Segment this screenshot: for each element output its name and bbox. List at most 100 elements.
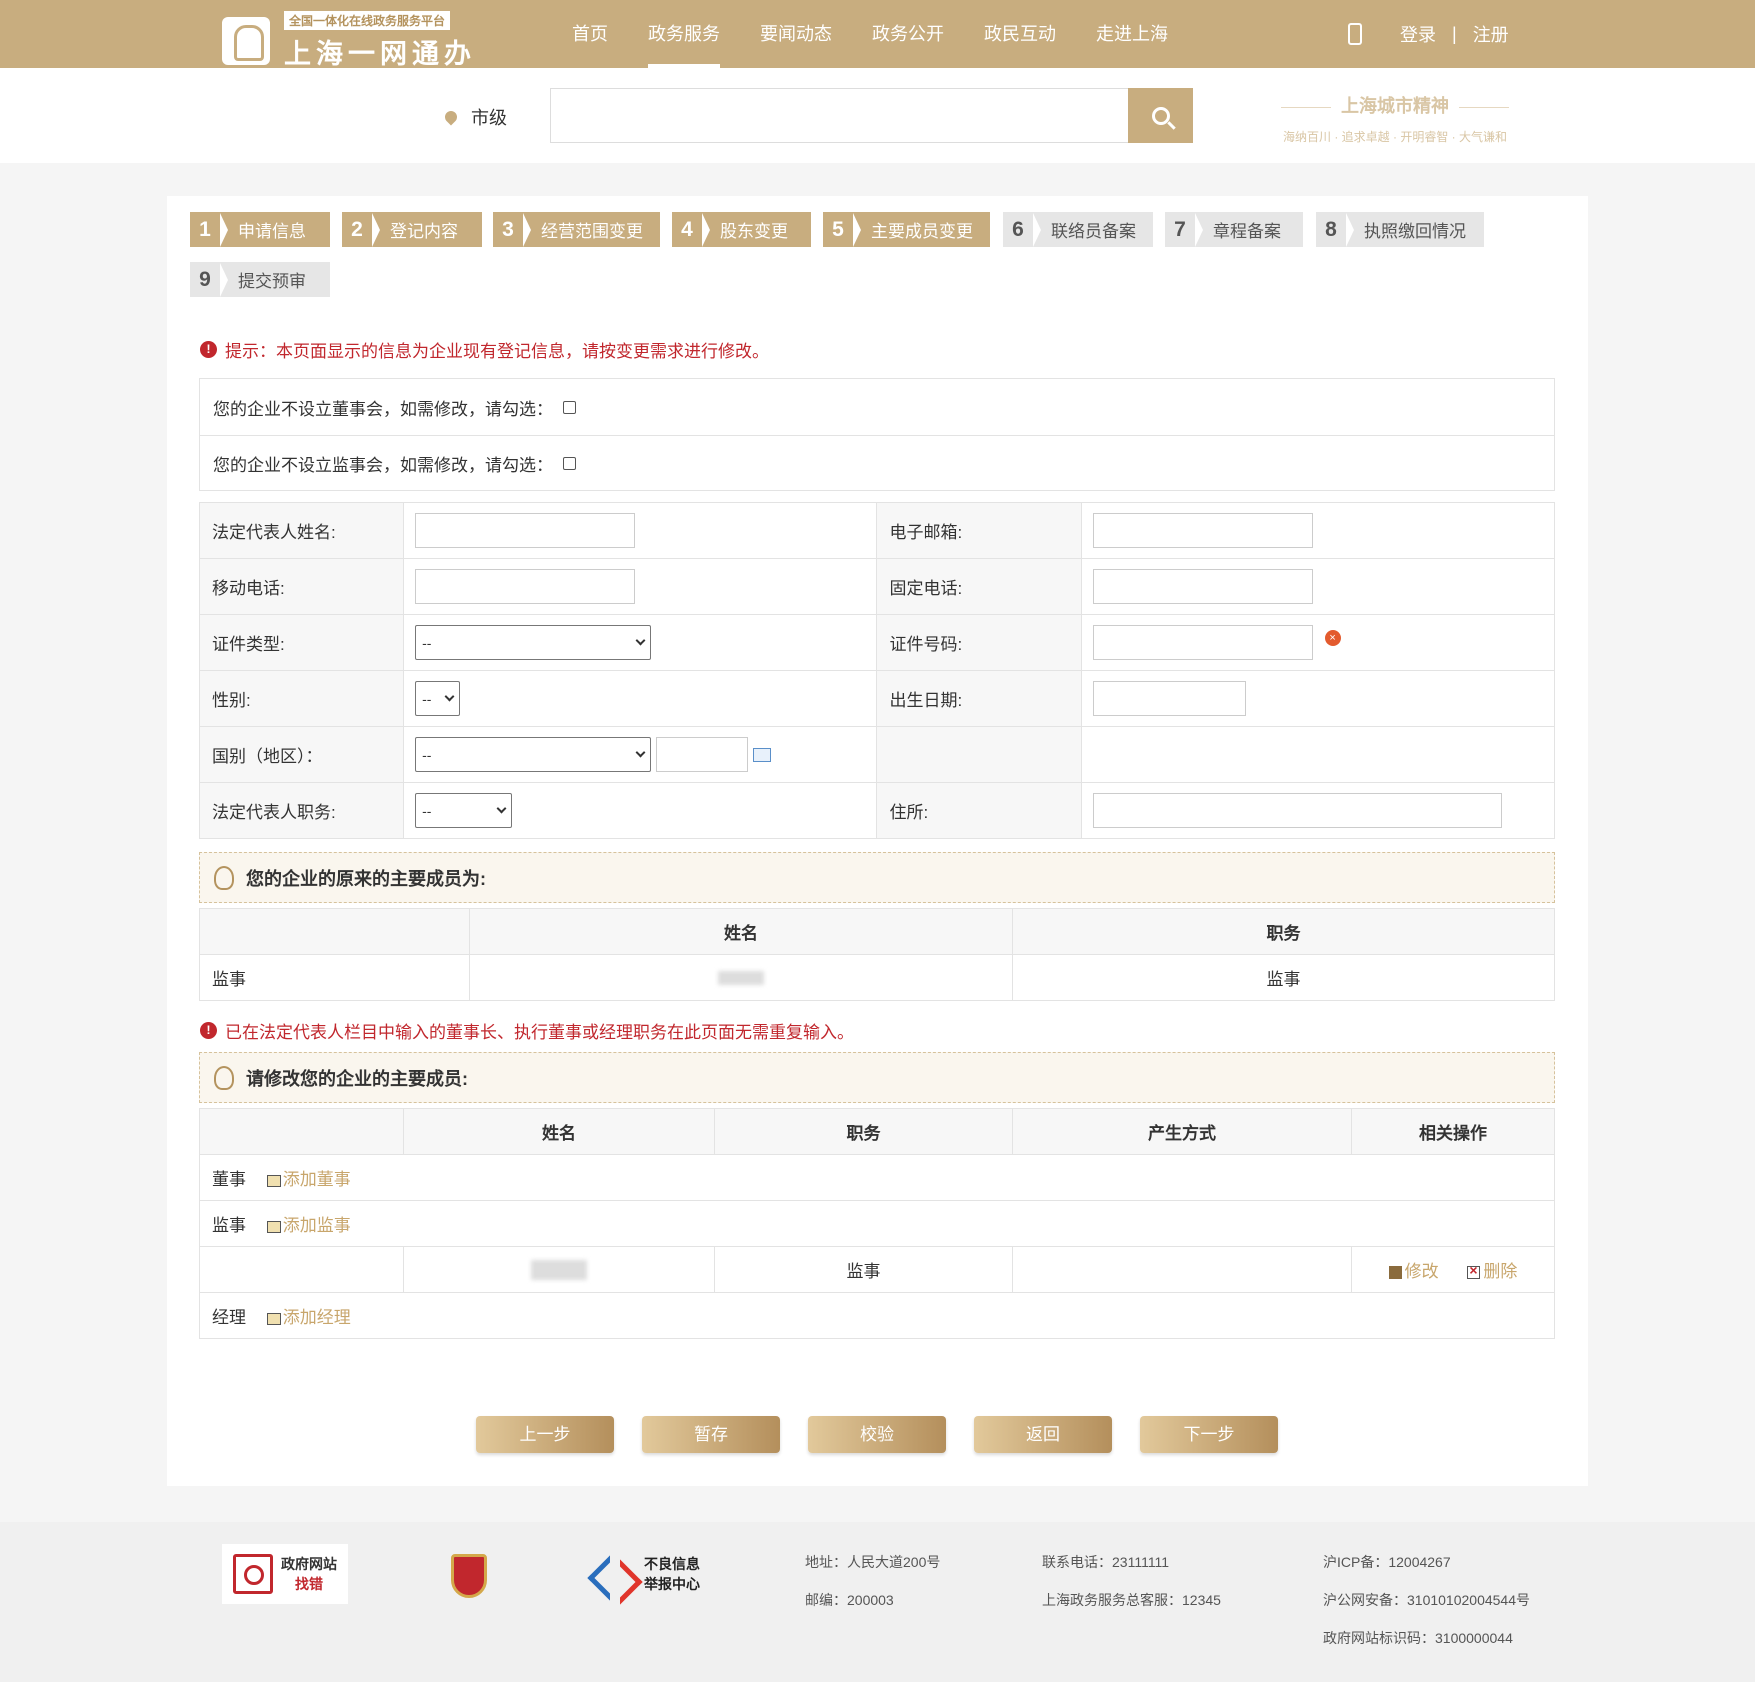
step-1[interactable]: 1 申请信息 bbox=[190, 212, 330, 247]
birth-date-input[interactable] bbox=[1092, 681, 1246, 716]
main-nav: 首页 政务服务 要闻动态 政务公开 政民互动 走进上海 bbox=[552, 0, 1188, 68]
position-label: 法定代表人职务: bbox=[198, 782, 405, 839]
prev-step-button[interactable]: 上一步 bbox=[476, 1416, 614, 1453]
email-label: 电子邮箱: bbox=[876, 502, 1082, 559]
search-icon bbox=[1151, 106, 1170, 125]
mobile-icon[interactable] bbox=[1348, 23, 1362, 45]
edit-button[interactable]: 修改 bbox=[1388, 1262, 1439, 1281]
badge-line1: 不良信息 bbox=[644, 1556, 700, 1572]
column-header bbox=[199, 1108, 404, 1155]
back-button[interactable]: 返回 bbox=[974, 1416, 1112, 1453]
nav-about-shanghai[interactable]: 走进上海 bbox=[1096, 0, 1168, 68]
manager-row: 经理 添加经理 bbox=[199, 1292, 1555, 1339]
add-supervisor-button[interactable]: 添加监事 bbox=[266, 1216, 351, 1235]
landline-label: 固定电话: bbox=[876, 558, 1082, 615]
gov-error-report-badge[interactable]: 政府网站 找错 bbox=[222, 1544, 348, 1604]
save-draft-button[interactable]: 暂存 bbox=[642, 1416, 780, 1453]
step-7[interactable]: 7 章程备案 bbox=[1165, 212, 1303, 247]
logo-title: 上海一网通办 bbox=[284, 39, 476, 69]
gender-select[interactable]: -- bbox=[415, 681, 461, 716]
lookup-icon[interactable] bbox=[753, 747, 772, 762]
add-director-button[interactable]: 添加董事 bbox=[266, 1170, 351, 1189]
chevron-down-icon bbox=[496, 803, 507, 814]
add-manager-button[interactable]: 添加经理 bbox=[266, 1308, 351, 1327]
clear-icon[interactable]: × bbox=[1324, 629, 1341, 646]
no-supervisory-label: 您的企业不设立监事会，如需修改，请勾选： bbox=[213, 456, 553, 475]
position-value: -- bbox=[422, 802, 432, 819]
step-6[interactable]: 6 联络员备案 bbox=[1003, 212, 1153, 247]
city-spirit: 上海城市精神 海纳百川 · 追求卓越 · 开明睿智 · 大气谦和 bbox=[1255, 92, 1535, 145]
nav-gov-affairs[interactable]: 政务公开 bbox=[872, 0, 944, 68]
nav-gov-services[interactable]: 政务服务 bbox=[648, 0, 720, 68]
member-type: 监事 bbox=[199, 954, 470, 1001]
legal-rep-form: 法定代表人姓名: 电子邮箱: 移动电话: 固定电话: 证件类型: -- 证件号码… bbox=[198, 502, 1556, 839]
step-8[interactable]: 8 执照缴回情况 bbox=[1316, 212, 1484, 247]
nationality-select[interactable]: -- bbox=[415, 737, 652, 772]
location-selector[interactable]: 市级 bbox=[442, 104, 507, 130]
chevron-down-icon bbox=[444, 691, 455, 702]
column-header-method: 产生方式 bbox=[1012, 1108, 1352, 1155]
step-4[interactable]: 4 股东变更 bbox=[672, 212, 811, 247]
party-gov-badge-icon[interactable] bbox=[451, 1554, 487, 1598]
warning-icon: ! bbox=[200, 1022, 217, 1039]
column-header bbox=[199, 908, 470, 955]
board-options: 您的企业不设立董事会，如需修改，请勾选： 您的企业不设立监事会，如需修改，请勾选… bbox=[199, 378, 1555, 491]
step-number: 8 bbox=[1325, 217, 1337, 241]
gender-value: -- bbox=[422, 690, 432, 707]
register-link[interactable]: 注册 bbox=[1473, 21, 1509, 47]
footer-police[interactable]: 沪公网安备：31010102004544号 bbox=[1323, 1590, 1530, 1610]
redacted-name bbox=[531, 1259, 587, 1280]
badge-line2: 找错 bbox=[295, 1576, 323, 1592]
edit-members-header: 请修改您的企业的主要成员: bbox=[199, 1052, 1555, 1103]
add-director-label: 添加董事 bbox=[282, 1170, 351, 1189]
no-supervisory-checkbox[interactable] bbox=[563, 457, 576, 470]
step-number: 2 bbox=[351, 217, 363, 241]
email-input[interactable] bbox=[1092, 513, 1313, 548]
step-2[interactable]: 2 登记内容 bbox=[342, 212, 482, 247]
empty-cell bbox=[1080, 726, 1556, 783]
search-button[interactable] bbox=[1128, 88, 1193, 143]
supervisor-label: 监事 bbox=[212, 1216, 246, 1235]
lightbulb-icon bbox=[214, 1065, 234, 1090]
id-type-select[interactable]: -- bbox=[415, 625, 652, 660]
director-row: 董事 添加董事 bbox=[199, 1154, 1555, 1201]
next-step-button[interactable]: 下一步 bbox=[1140, 1416, 1278, 1453]
footer-hotline: 上海政务服务总客服：12345 bbox=[1042, 1592, 1221, 1608]
site-logo[interactable]: 全国一体化在线政务服务平台 上海一网通办 bbox=[222, 10, 476, 71]
manager-label: 经理 bbox=[212, 1308, 246, 1327]
nav-interaction[interactable]: 政民互动 bbox=[984, 0, 1056, 68]
validate-button[interactable]: 校验 bbox=[808, 1416, 946, 1453]
legal-name-label: 法定代表人姓名: bbox=[198, 502, 405, 559]
footer-icp[interactable]: 沪ICP备：12004267 bbox=[1323, 1552, 1530, 1572]
address-input[interactable] bbox=[1092, 793, 1502, 828]
member-position: 监事 bbox=[714, 1246, 1013, 1293]
column-header-position: 职务 bbox=[714, 1108, 1013, 1155]
login-link[interactable]: 登录 bbox=[1400, 21, 1436, 47]
step-9[interactable]: 9 提交预审 bbox=[190, 262, 330, 297]
magnifier-icon bbox=[233, 1554, 273, 1594]
step-number: 9 bbox=[199, 267, 211, 291]
notice-text: 提示：本页面显示的信息为企业现有登记信息，请按变更需求进行修改。 bbox=[225, 342, 769, 361]
legal-name-input[interactable] bbox=[415, 513, 636, 548]
table-row: 监事 监事 bbox=[199, 954, 1555, 1001]
director-label: 董事 bbox=[212, 1170, 246, 1189]
search-input[interactable] bbox=[550, 88, 1130, 143]
no-board-checkbox[interactable] bbox=[563, 400, 576, 414]
nationality-search-input[interactable] bbox=[656, 737, 749, 772]
illegal-info-report-badge[interactable]: 不良信息 举报中心 bbox=[590, 1554, 700, 1594]
delete-button[interactable]: 删除 bbox=[1467, 1262, 1517, 1281]
mobile-input[interactable] bbox=[415, 569, 636, 604]
id-number-input[interactable] bbox=[1092, 625, 1313, 660]
action-buttons: 上一步 暂存 校验 返回 下一步 bbox=[476, 1416, 1306, 1453]
position-select[interactable]: -- bbox=[415, 793, 513, 828]
delete-icon bbox=[1467, 1262, 1481, 1280]
nav-news[interactable]: 要闻动态 bbox=[760, 0, 832, 68]
chevron-down-icon bbox=[635, 635, 646, 646]
step-number: 7 bbox=[1174, 217, 1186, 241]
step-number: 6 bbox=[1012, 217, 1024, 241]
step-3[interactable]: 3 经营范围变更 bbox=[493, 212, 660, 247]
nav-home[interactable]: 首页 bbox=[572, 0, 608, 68]
logo-icon bbox=[222, 16, 270, 65]
landline-input[interactable] bbox=[1092, 569, 1313, 604]
step-5[interactable]: 5 主要成员变更 bbox=[823, 212, 990, 247]
